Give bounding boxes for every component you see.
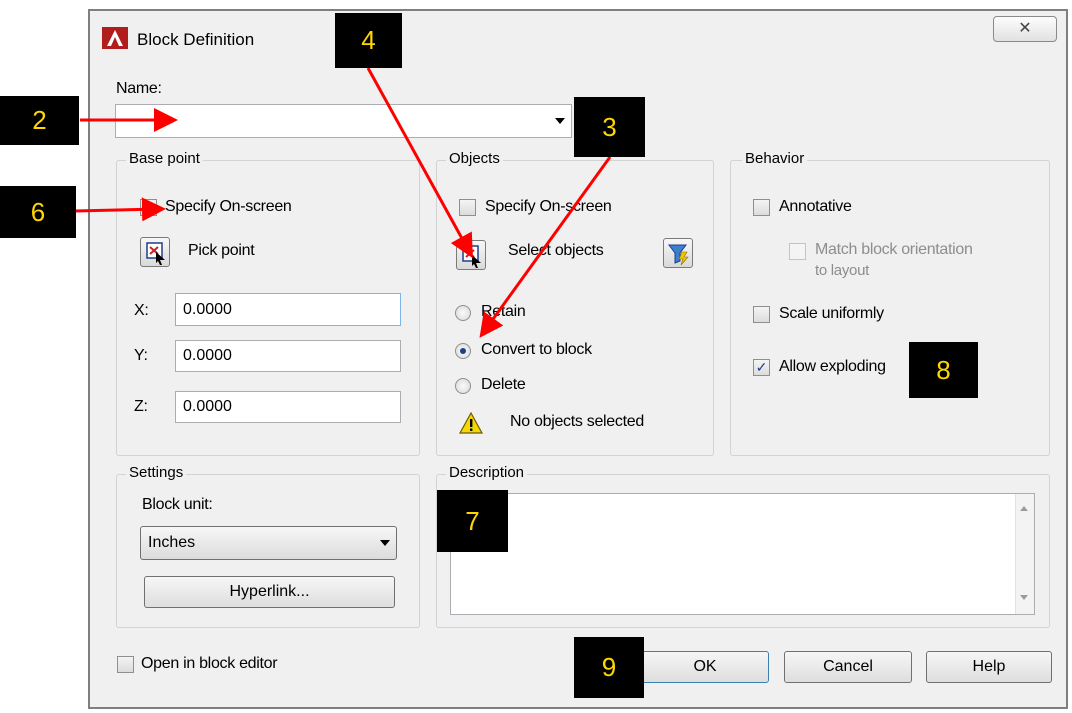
callout-9: 9 [574,637,644,698]
arrow-4 [366,67,473,259]
callout-7: 7 [437,490,508,552]
callout-6: 6 [0,186,76,238]
callout-4: 4 [335,13,402,68]
callout-2: 2 [0,96,79,145]
callout-3: 3 [574,97,645,157]
arrow-3 [479,156,612,338]
arrow-6 [74,197,166,222]
callout-8: 8 [909,342,978,398]
